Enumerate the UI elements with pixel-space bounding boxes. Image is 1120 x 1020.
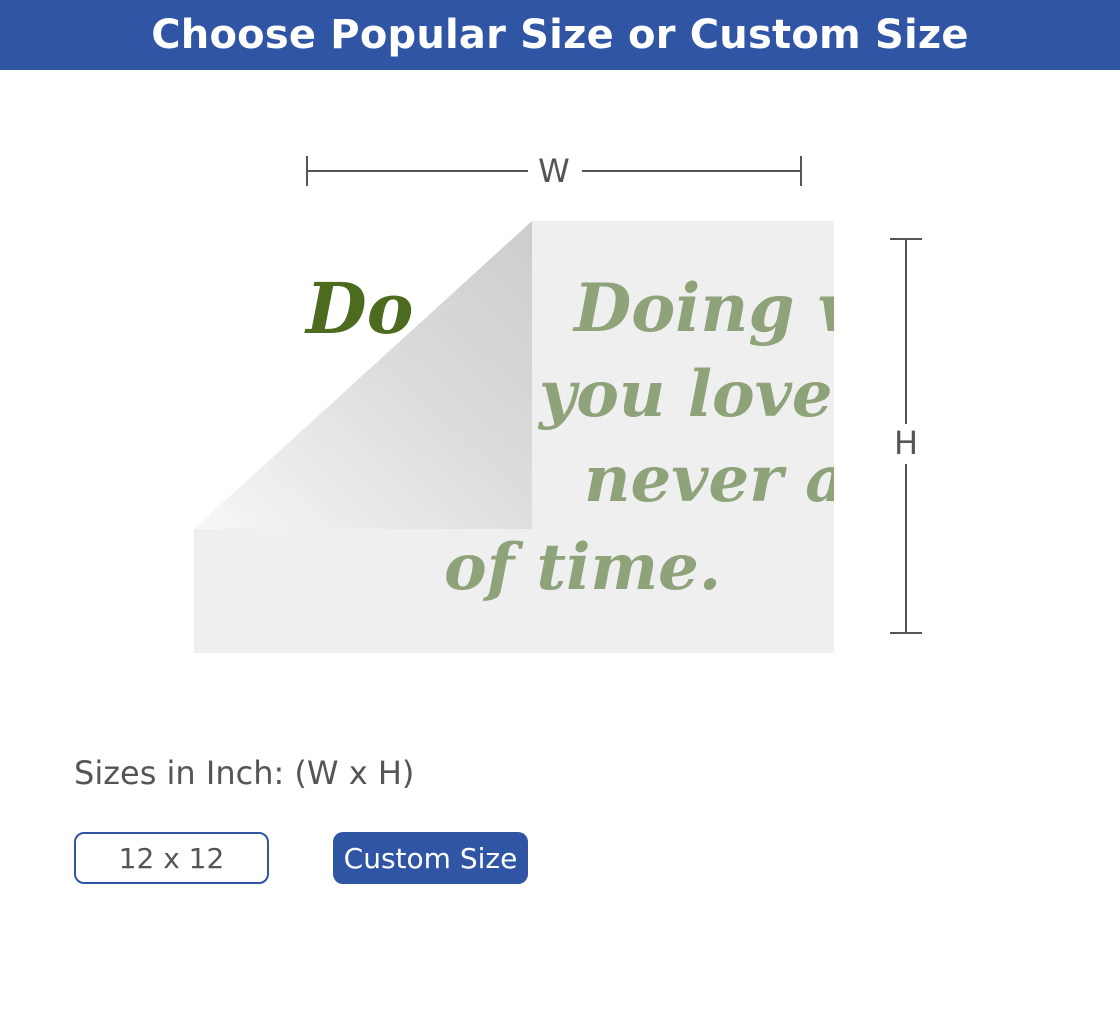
- size-option-12x12-button[interactable]: 12 x 12: [74, 832, 269, 884]
- width-dimension-line-right: [582, 170, 802, 172]
- height-dimension-bottom-cap: [890, 632, 922, 634]
- page-header: Choose Popular Size or Custom Size: [0, 0, 1120, 70]
- height-dimension-line-bottom: [905, 464, 907, 634]
- page-title: Choose Popular Size or Custom Size: [151, 12, 969, 58]
- height-dimension: H: [888, 238, 924, 634]
- decal-text-line-2: you love is: [537, 357, 834, 432]
- custom-size-label: Custom Size: [343, 841, 518, 875]
- custom-size-button[interactable]: Custom Size: [333, 832, 528, 884]
- decal-preview: Doing what you love is never a waste of …: [194, 221, 1072, 653]
- height-label: H: [893, 424, 919, 462]
- width-dimension: W: [306, 152, 802, 190]
- decal-text-line-1: Doing what: [572, 269, 834, 347]
- decal-peel-highlight-text: Do: [304, 267, 413, 350]
- decal-preview-image: Doing what you love is never a waste of …: [194, 221, 1072, 653]
- width-dimension-right-cap: [800, 156, 802, 186]
- size-option-label: 12 x 12: [118, 841, 225, 875]
- decal-text-line-4: of time.: [444, 530, 721, 605]
- sizes-label: Sizes in Inch: (W x H): [74, 754, 415, 792]
- height-dimension-line-top: [905, 238, 907, 424]
- decal-text-line-3: never a waste: [584, 442, 834, 517]
